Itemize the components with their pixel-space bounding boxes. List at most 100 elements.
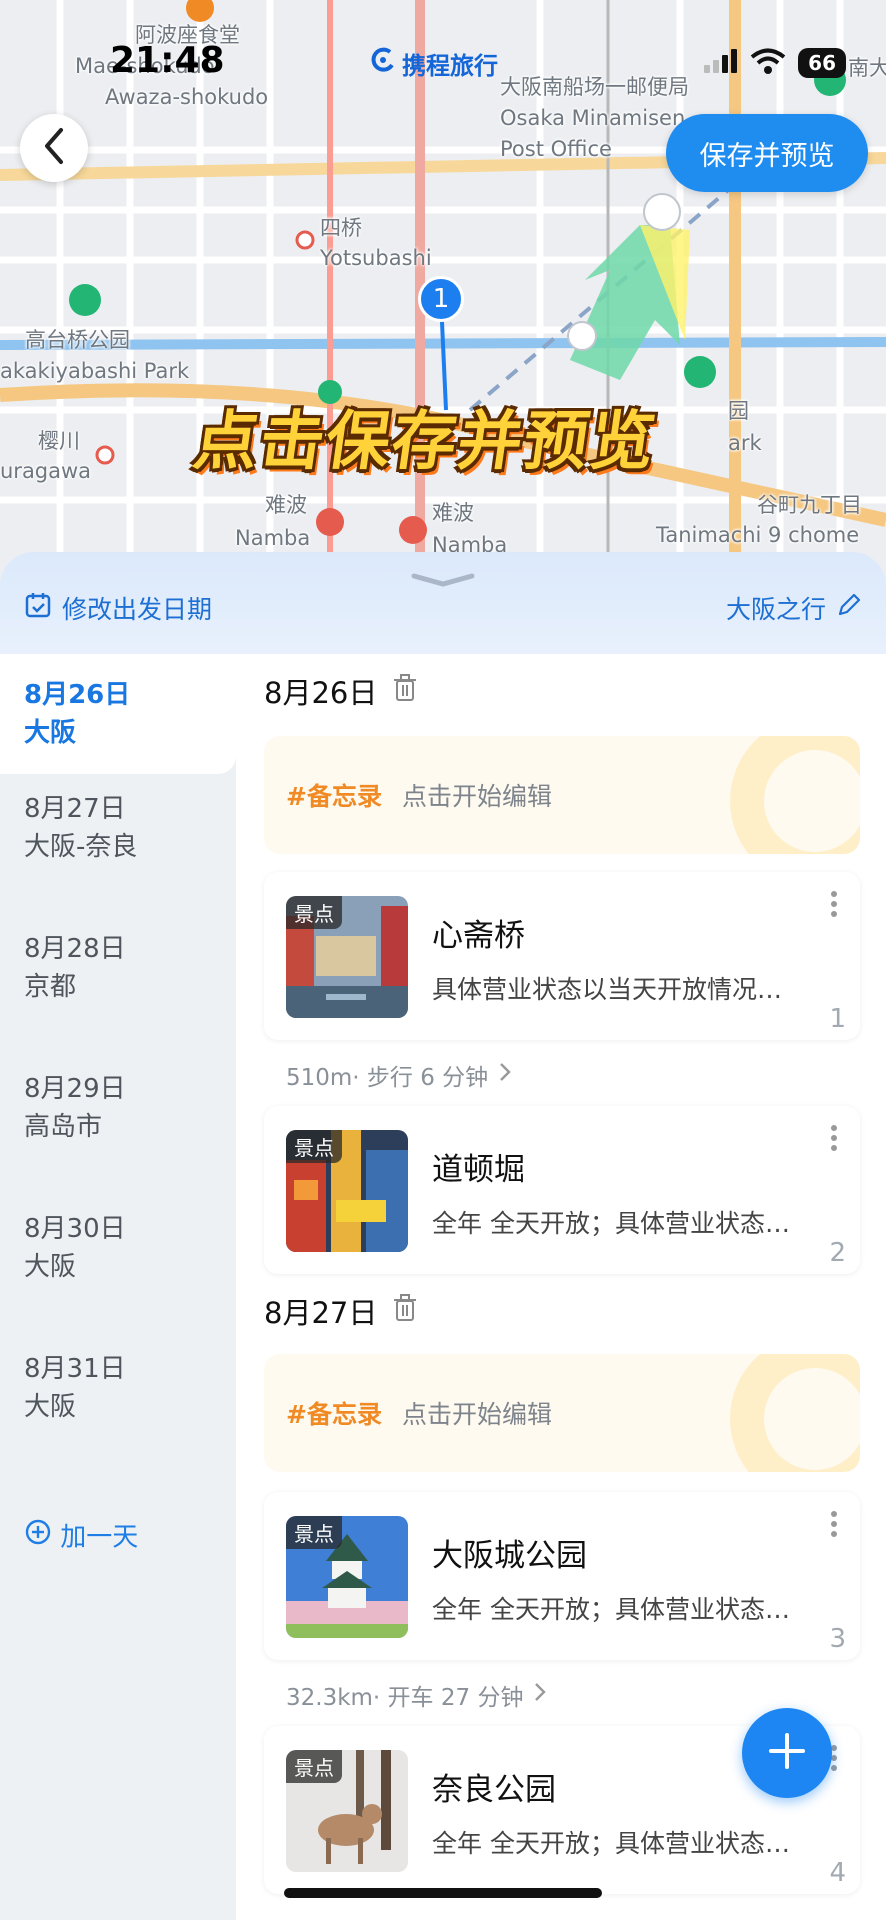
map-label: 南大 (848, 56, 886, 80)
day-date: 8月31日 (24, 1354, 126, 1384)
poi-description: 全年 全天开放；具体营业状态… (432, 1209, 790, 1238)
day-date: 8月30日 (24, 1214, 126, 1244)
map-label: ark (728, 431, 762, 455)
section-date: 8月27日 (264, 1296, 378, 1330)
map-label: 难波 (432, 501, 474, 525)
poi-badge: 景点 (286, 896, 342, 929)
memo-tag: #备忘录 (286, 1400, 382, 1429)
day-item-0828[interactable]: 8月28日 京都 (0, 930, 236, 1006)
memo-tag: #备忘录 (286, 782, 382, 811)
day-city: 大阪-奈良 (24, 832, 138, 862)
day-item-0831[interactable]: 8月31日 大阪 (0, 1350, 236, 1426)
ctrip-logo-icon (370, 47, 396, 79)
trash-icon[interactable] (393, 673, 417, 709)
poi-description: 全年 全天开放；具体营业状态… (432, 1595, 790, 1624)
itinerary-sheet: 修改出发日期 大阪之行 8月26日 大阪 8月27日 大阪-奈良 8月28日 京… (0, 552, 886, 1920)
tutorial-caption: 点击保存并预览 (188, 405, 662, 479)
map-label: 樱川 (38, 429, 80, 453)
transit-info[interactable]: 32.3km· 开车 27 分钟 (286, 1678, 547, 1712)
map-label: Yotsubashi (320, 246, 432, 270)
day-city: 大阪 (24, 1252, 77, 1282)
edit-date-button[interactable]: 修改出发日期 (24, 590, 212, 626)
section-date-header: 8月27日 (264, 1290, 417, 1332)
trip-name: 大阪之行 (725, 595, 826, 624)
plus-circle-icon (24, 1518, 52, 1557)
poi-thumbnail: 景点 (286, 1130, 408, 1252)
status-time: 21:48 (110, 40, 225, 81)
app-name: 携程旅行 (402, 51, 498, 80)
more-vertical-icon[interactable] (824, 1118, 844, 1158)
memo-hint: 点击开始编辑 (401, 782, 552, 811)
back-button[interactable] (20, 114, 88, 182)
section-date-header: 8月26日 (264, 670, 417, 712)
chevron-right-icon (498, 1061, 512, 1089)
poi-title: 大阪城公园 (432, 1538, 587, 1574)
trip-name-button[interactable]: 大阪之行 (726, 590, 862, 626)
map-label: uragawa (0, 459, 92, 483)
day-city: 大阪 (24, 1392, 77, 1422)
poi-card[interactable]: 景点 道顿堀 全年 全天开放；具体营业状态… 2 (264, 1106, 860, 1274)
day-item-0829[interactable]: 8月29日 高岛市 (0, 1070, 236, 1146)
poi-thumbnail: 景点 (286, 896, 408, 1018)
poi-card[interactable]: 景点 大阪城公园 全年 全天开放；具体营业状态… 3 (264, 1492, 860, 1660)
battery-indicator: 66 (798, 48, 846, 78)
add-day-label: 加一天 (60, 1522, 139, 1553)
add-poi-button[interactable] (742, 1708, 832, 1798)
map-label: Osaka Minamisen (500, 106, 686, 130)
more-vertical-icon[interactable] (824, 1504, 844, 1544)
poi-description: 具体营业状态以当天开放情况… (432, 975, 783, 1004)
app-indicator[interactable]: 携程旅行 (360, 44, 508, 82)
status-icons: 66 (704, 48, 846, 78)
poi-title: 道顿堀 (432, 1152, 525, 1188)
map-label: 谷町九丁目 (757, 493, 862, 517)
route-stop-marker[interactable]: 1 (418, 276, 464, 322)
poi-thumbnail: 景点 (286, 1516, 408, 1638)
map-label: 园 (728, 399, 749, 423)
poi-badge: 景点 (286, 1130, 342, 1163)
chevron-left-icon (39, 126, 69, 170)
day-date: 8月26日 (24, 680, 131, 710)
memo-card[interactable]: #备忘录 点击开始编辑 (264, 736, 860, 854)
day-item-0827[interactable]: 8月27日 大阪-奈良 (0, 790, 236, 866)
poi-thumbnail: 景点 (286, 1750, 408, 1872)
poi-badge: 景点 (286, 1516, 342, 1549)
calendar-icon (24, 591, 52, 625)
map-label: 高台桥公园 (25, 328, 130, 352)
save-and-preview-button[interactable]: 保存并预览 (666, 114, 868, 192)
transit-info[interactable]: 510m· 步行 6 分钟 (286, 1058, 512, 1092)
memo-decoration (730, 736, 860, 854)
section-date: 8月26日 (264, 676, 378, 710)
map-label: Post Office (500, 137, 612, 161)
map-label: akakiyabashi Park (0, 359, 190, 383)
memo-card[interactable]: #备忘录 点击开始编辑 (264, 1354, 860, 1472)
poi-card[interactable]: 景点 心斋桥 具体营业状态以当天开放情况… 1 (264, 872, 860, 1040)
day-date: 8月28日 (24, 934, 126, 964)
memo-decoration (730, 1354, 860, 1472)
day-date: 8月29日 (24, 1074, 126, 1104)
day-city: 大阪 (24, 718, 77, 748)
sheet-handle[interactable] (408, 570, 478, 590)
poi-badge: 景点 (286, 1750, 342, 1783)
day-item-0830[interactable]: 8月30日 大阪 (0, 1210, 236, 1286)
chevron-right-icon (533, 1681, 547, 1709)
day-item-0826[interactable]: 8月26日 大阪 (0, 654, 236, 774)
poi-title: 心斋桥 (432, 918, 525, 954)
transit-text: 510m· 步行 6 分钟 (286, 1065, 489, 1091)
transit-text: 32.3km· 开车 27 分钟 (286, 1685, 524, 1711)
day-city: 京都 (24, 972, 77, 1002)
more-vertical-icon[interactable] (824, 884, 844, 924)
add-day-button[interactable]: 加一天 (0, 1518, 236, 1557)
edit-date-label: 修改出发日期 (62, 595, 213, 624)
map-label: Tanimachi 9 chome (656, 523, 860, 547)
route-map[interactable]: 阿波座食堂 Mae-shokudo Awaza-shokudo 大阪南船场一邮便… (0, 0, 886, 600)
poi-index: 4 (829, 1858, 846, 1888)
map-label: 四桥 (320, 216, 362, 240)
poi-index: 1 (829, 1004, 846, 1034)
trash-icon[interactable] (393, 1293, 417, 1329)
map-label: 难波 (265, 493, 307, 517)
map-label: Awaza-shokudo (105, 85, 269, 109)
map-label: 大阪南船场一邮便局 (500, 75, 689, 99)
signal-icon (704, 49, 738, 77)
home-indicator[interactable] (284, 1888, 602, 1898)
memo-hint: 点击开始编辑 (401, 1400, 552, 1429)
